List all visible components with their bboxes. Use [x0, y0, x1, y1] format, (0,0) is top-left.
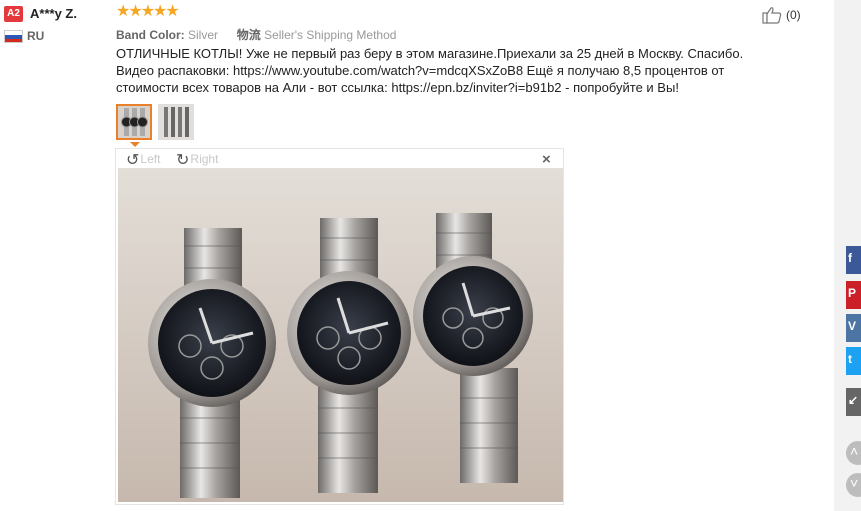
- order-attributes: Band Color: Silver 物流 Seller's Shipping …: [116, 26, 396, 43]
- buyer-level-badge: A2: [4, 6, 23, 22]
- close-icon[interactable]: ×: [542, 151, 551, 168]
- rotate-left-label: Left: [140, 152, 161, 167]
- share-facebook-button[interactable]: f: [846, 246, 861, 274]
- vk-icon: V: [848, 319, 857, 333]
- thumbnail-image: [159, 105, 193, 139]
- rotate-left-icon: ↺: [126, 152, 140, 169]
- review-text: ОТЛИЧНЫЕ КОТЛЫ! Уже не первый раз беру в…: [116, 46, 744, 95]
- share-vk-button[interactable]: V: [846, 314, 861, 342]
- rotate-right-label: Right: [190, 152, 219, 167]
- share-pinterest-button[interactable]: P: [846, 281, 861, 309]
- image-viewer: ↺Left ↻Right ×: [115, 148, 564, 505]
- chevron-up-icon: ˄: [850, 443, 859, 459]
- thumbs-up-icon[interactable]: [762, 6, 782, 24]
- share-twitter-button[interactable]: t: [846, 347, 861, 375]
- shipping-value: Seller's Shipping Method: [264, 28, 397, 42]
- pinterest-icon: P: [848, 286, 857, 300]
- review-photo[interactable]: [118, 168, 563, 502]
- rotate-left-button[interactable]: ↺Left: [126, 150, 160, 170]
- band-color-value: Silver: [188, 28, 219, 42]
- facebook-icon: f: [848, 251, 852, 265]
- thumbnail-image: [118, 106, 150, 138]
- review-thumbnail-1[interactable]: [116, 104, 152, 140]
- country-code: RU: [27, 29, 45, 43]
- review-thumbnail-2[interactable]: [158, 104, 194, 140]
- russia-flag-icon: [4, 30, 23, 43]
- band-color-label: Band Color:: [116, 28, 185, 42]
- twitter-icon: t: [848, 352, 852, 366]
- reviewer-name: A***y Z.: [30, 6, 77, 21]
- rotate-right-icon: ↻: [176, 152, 190, 169]
- star-rating: ★★★★★: [116, 3, 180, 21]
- active-thumbnail-indicator: [130, 142, 140, 147]
- helpful-count: (0): [786, 8, 801, 22]
- shipping-label: 物流: [236, 28, 261, 42]
- star-icon: ★: [165, 3, 180, 20]
- rotate-right-button[interactable]: ↻Right: [176, 150, 218, 170]
- share-more-button[interactable]: ↙: [846, 388, 861, 416]
- expand-icon: ↙: [848, 393, 859, 407]
- chevron-down-icon: ˅: [850, 475, 859, 491]
